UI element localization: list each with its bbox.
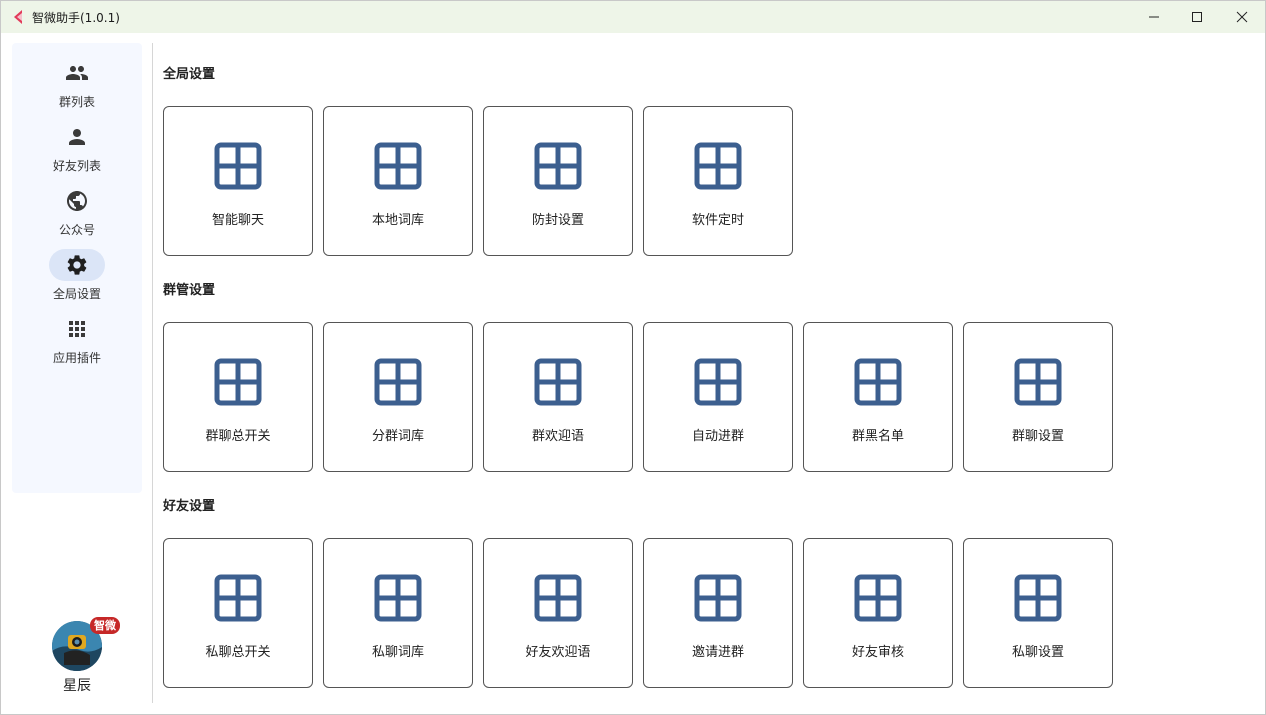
card-label: 防封设置: [531, 213, 584, 228]
card-private-chat-master-switch[interactable]: 私聊总开关: [163, 538, 313, 688]
card-software-timer[interactable]: 软件定时: [643, 106, 793, 256]
card-friend-review[interactable]: 好友审核: [803, 538, 953, 688]
card-label: 群聊总开关: [205, 429, 271, 444]
card-smart-chat[interactable]: 智能聊天: [163, 106, 313, 256]
group-icon: [66, 66, 88, 80]
sidebar-item-label: 好友列表: [52, 159, 101, 173]
minimize-icon: [1149, 16, 1159, 18]
app-window: 智微助手(1.0.1) 群列表 好友列表 公众号 全局设置 应用插件 智微 星辰…: [0, 0, 1266, 715]
card-invite-to-group[interactable]: 邀请进群: [643, 538, 793, 688]
sidebar-item-label: 全局设置: [52, 287, 101, 301]
app-logo-icon: [14, 10, 22, 24]
card-anti-ban-settings[interactable]: 防封设置: [483, 106, 633, 256]
grid-window-icon: [214, 574, 262, 622]
sidebar-item-label: 应用插件: [52, 351, 101, 365]
grid-window-icon: [1014, 574, 1062, 622]
card-label: 私聊词库: [371, 645, 424, 660]
card-auto-join-group[interactable]: 自动进群: [643, 322, 793, 472]
close-button[interactable]: [1219, 1, 1265, 33]
sidebar-item-friend-list[interactable]: 好友列表: [12, 121, 142, 181]
user-profile[interactable]: 智微 星辰: [12, 617, 142, 697]
card-group-chat-settings[interactable]: 群聊设置: [963, 322, 1113, 472]
grid-window-icon: [214, 358, 262, 406]
sidebar-item-group-list[interactable]: 群列表: [12, 57, 142, 117]
card-label: 好友欢迎语: [525, 645, 591, 660]
card-group-blacklist[interactable]: 群黑名单: [803, 322, 953, 472]
grid-window-icon: [854, 574, 902, 622]
card-group-welcome-message[interactable]: 群欢迎语: [483, 322, 633, 472]
grid-window-icon: [374, 358, 422, 406]
card-label: 软件定时: [691, 213, 744, 228]
card-friend-welcome-message[interactable]: 好友欢迎语: [483, 538, 633, 688]
grid-window-icon: [374, 142, 422, 190]
section-title-friend: 好友设置: [163, 499, 216, 514]
card-label: 邀请进群: [691, 645, 744, 660]
card-label: 自动进群: [691, 429, 744, 444]
grid-window-icon: [694, 142, 742, 190]
card-local-lexicon[interactable]: 本地词库: [323, 106, 473, 256]
grid-window-icon: [534, 358, 582, 406]
grid-window-icon: [694, 358, 742, 406]
card-label: 群欢迎语: [531, 429, 584, 444]
card-label: 群黑名单: [851, 429, 904, 444]
card-private-chat-lexicon[interactable]: 私聊词库: [323, 538, 473, 688]
card-group-chat-master-switch[interactable]: 群聊总开关: [163, 322, 313, 472]
gear-icon: [67, 255, 87, 275]
card-label: 群聊设置: [1011, 429, 1064, 444]
card-label: 本地词库: [371, 213, 424, 228]
grid-window-icon: [374, 574, 422, 622]
sidebar-item-app-plugins[interactable]: 应用插件: [12, 313, 142, 373]
card-per-group-lexicon[interactable]: 分群词库: [323, 322, 473, 472]
sidebar-item-official-account[interactable]: 公众号: [12, 185, 142, 245]
minimize-button[interactable]: [1131, 1, 1177, 33]
card-label: 智能聊天: [211, 213, 264, 228]
apps-grid-icon: [69, 321, 85, 337]
grid-window-icon: [214, 142, 262, 190]
title-bar[interactable]: 智微助手(1.0.1): [1, 1, 1265, 33]
sidebar-divider: [152, 43, 153, 703]
card-private-chat-settings[interactable]: 私聊设置: [963, 538, 1113, 688]
sidebar-item-global-settings[interactable]: 全局设置: [12, 249, 142, 309]
grid-window-icon: [534, 142, 582, 190]
profile-name: 星辰: [63, 678, 91, 694]
sidebar-item-label: 公众号: [58, 223, 95, 237]
card-label: 私聊设置: [1011, 645, 1064, 660]
person-icon: [69, 129, 85, 145]
grid-window-icon: [694, 574, 742, 622]
section-title-group-admin: 群管设置: [163, 283, 216, 298]
sidebar-nav: 群列表 好友列表 公众号 全局设置 应用插件: [12, 43, 142, 493]
grid-window-icon: [854, 358, 902, 406]
avatar-badge: 智微: [90, 617, 120, 634]
card-label: 分群词库: [371, 429, 424, 444]
grid-window-icon: [1014, 358, 1062, 406]
card-label: 私聊总开关: [205, 645, 271, 660]
sidebar-item-label: 群列表: [58, 95, 95, 109]
maximize-icon: [1192, 12, 1202, 22]
grid-window-icon: [534, 574, 582, 622]
maximize-button[interactable]: [1174, 1, 1220, 33]
window-title: 智微助手(1.0.1): [32, 11, 120, 25]
section-title-global: 全局设置: [163, 67, 216, 82]
card-label: 好友审核: [851, 645, 904, 660]
globe-icon: [67, 191, 87, 211]
close-icon: [1236, 11, 1248, 23]
